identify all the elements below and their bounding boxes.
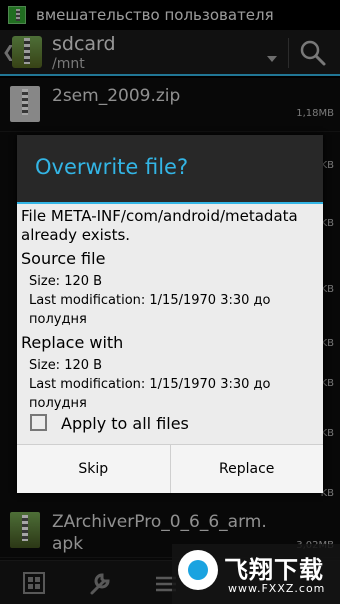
dialog-message: File META-INF/com/android/metadata <box>21 207 298 225</box>
dialog-buttons: Skip Replace <box>17 444 323 493</box>
dialog-message: already exists. <box>21 226 131 244</box>
source-modified-cont: полудня <box>29 312 87 327</box>
apply-all-label[interactable]: Apply to all files <box>61 414 189 433</box>
source-modified: Last modification: 1/15/1970 3:30 до <box>29 293 271 308</box>
skip-button[interactable]: Skip <box>17 445 170 493</box>
replace-modified: Last modification: 1/15/1970 3:30 до <box>29 377 271 392</box>
dialog-body: File META-INF/com/android/metadata alrea… <box>17 204 323 444</box>
watermark-url: www.FXXZ.com <box>228 582 326 595</box>
replace-modified-cont: полудня <box>29 396 87 411</box>
overwrite-dialog: Overwrite file? File META-INF/com/androi… <box>17 135 323 493</box>
source-file-heading: Source file <box>21 249 106 268</box>
apply-all-checkbox[interactable] <box>30 414 47 431</box>
watermark: 飞翔下载 www.FXXZ.com <box>172 544 340 604</box>
replace-with-heading: Replace with <box>21 333 124 352</box>
dialog-title: Overwrite file? <box>35 155 189 179</box>
watermark-logo-icon <box>178 550 218 590</box>
replace-size: Size: 120 B <box>29 358 103 373</box>
source-size: Size: 120 B <box>29 274 103 289</box>
watermark-text: 飞翔下载 <box>224 556 324 584</box>
replace-button[interactable]: Replace <box>169 445 324 493</box>
